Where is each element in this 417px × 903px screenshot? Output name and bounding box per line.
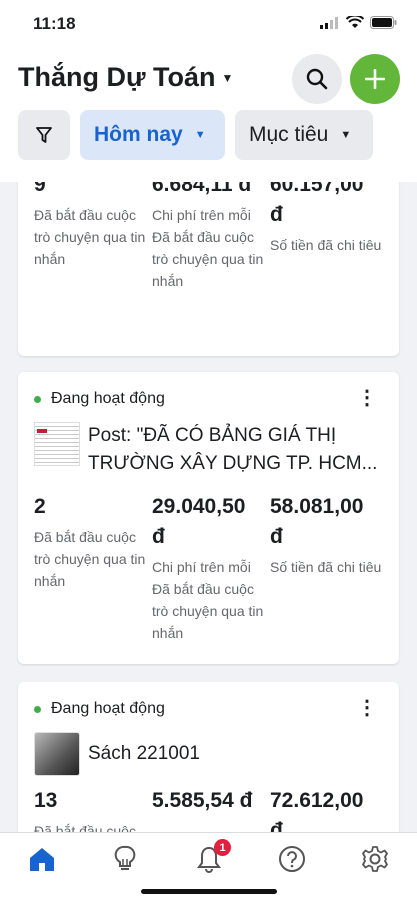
metrics-row: 13 Đã bắt đầu cuộc trò chuyện qua tin nh…: [34, 786, 388, 832]
plus-icon: [365, 69, 385, 89]
metrics-row: 2 Đã bắt đầu cuộc trò chuyện qua tin nhắ…: [34, 492, 388, 644]
clock: 11:18: [33, 14, 76, 33]
metric-results: 13 Đã bắt đầu cuộc trò chuyện qua tin nh…: [34, 786, 152, 832]
metric-value: 60.157,00 đ: [270, 182, 364, 226]
status-icons: [320, 16, 397, 29]
metric-value: 72.612,00 đ: [270, 789, 364, 832]
bottom-nav: 1: [0, 832, 417, 903]
caret-down-icon: ▼: [221, 70, 234, 85]
app-header: Thắng Dự Toán ▼ Hôm nay ▼ Mục tiêu ▼: [0, 50, 417, 182]
status-label: Đang hoạt động: [51, 390, 165, 407]
metric-label: Đã bắt đầu cuộc trò chuyện qua tin nhắn: [34, 207, 146, 267]
metric-value: 9: [34, 182, 46, 196]
home-icon: [30, 848, 54, 871]
nav-recommendations[interactable]: [109, 843, 141, 875]
ad-card[interactable]: Đang hoạt động ⋮ Sách 221001 13 Đã bắt đ…: [18, 682, 399, 832]
metric-value: 2: [34, 495, 46, 518]
date-range-label: Hôm nay: [94, 123, 183, 146]
filter-button[interactable]: [18, 110, 70, 160]
page-title: Thắng Dự Toán: [18, 62, 216, 92]
account-switcher[interactable]: Thắng Dự Toán ▼: [18, 62, 233, 93]
caret-down-icon: ▼: [340, 129, 352, 141]
metric-results: 9 Đã bắt đầu cuộc trò chuyện qua tin nhắ…: [34, 182, 152, 292]
metric-label: Số tiền đã chi tiêu: [270, 559, 382, 575]
gear-icon: [362, 846, 388, 872]
goal-label: Mục tiêu: [249, 123, 329, 146]
metric-results: 2 Đã bắt đầu cuộc trò chuyện qua tin nhắ…: [34, 492, 152, 644]
post-thumbnail: [34, 422, 80, 466]
notification-badge: 1: [214, 839, 231, 856]
ad-card[interactable]: 9 Đã bắt đầu cuộc trò chuyện qua tin nhắ…: [18, 182, 399, 356]
active-dot-icon: [34, 705, 41, 713]
wifi-icon: [346, 16, 364, 28]
active-dot-icon: [34, 395, 41, 403]
ad-title: Post: "ĐÃ CÓ BẢNG GIÁ THỊ TRƯỜNG XÂY DỰN…: [88, 425, 378, 474]
lightbulb-icon: [114, 845, 136, 870]
more-options-icon[interactable]: ⋮: [357, 388, 377, 408]
search-button[interactable]: [292, 54, 342, 104]
metric-value: 5.585,54 đ: [152, 789, 253, 812]
status-indicator: Đang hoạt động: [34, 700, 165, 718]
nav-help[interactable]: [276, 843, 308, 875]
ad-title-row: Post: "ĐÃ CÓ BẢNG GIÁ THỊ TRƯỜNG XÂY DỰN…: [34, 422, 378, 478]
metric-amount-spent: 72.612,00 đ: [270, 786, 388, 832]
filter-icon: [36, 126, 52, 143]
metric-value: 58.081,00 đ: [270, 495, 364, 548]
metric-label: Đã bắt đầu cuộc trò chuyện qua tin nhắn: [34, 823, 136, 832]
metric-value: 29.040,50 đ: [152, 495, 246, 548]
ads-list[interactable]: 9 Đã bắt đầu cuộc trò chuyện qua tin nhắ…: [0, 182, 417, 832]
nav-home[interactable]: [26, 843, 58, 875]
more-options-icon[interactable]: ⋮: [357, 698, 377, 718]
nav-settings[interactable]: [359, 843, 391, 875]
signal-icon: [320, 16, 338, 29]
metric-label: Chi phí trên mỗi Đã bắt đầu cuộc trò chu…: [152, 207, 264, 289]
metric-amount-spent: 58.081,00 đ Số tiền đã chi tiêu: [270, 492, 388, 644]
goal-dropdown[interactable]: Mục tiêu ▼: [235, 110, 373, 160]
date-range-dropdown[interactable]: Hôm nay ▼: [80, 110, 225, 160]
status-bar: 11:18: [0, 0, 417, 50]
metric-cost-per-result: 29.040,50 đ Chi phí trên mỗi Đã bắt đầu …: [152, 492, 270, 644]
ad-title-row: Sách 221001: [34, 732, 378, 776]
nav-notifications[interactable]: 1: [193, 839, 231, 875]
book-thumbnail: [34, 732, 80, 776]
metric-cost-per-result: 6.684,11 đ Chi phí trên mỗi Đã bắt đầu c…: [152, 182, 270, 292]
metric-amount-spent: 60.157,00 đ Số tiền đã chi tiêu: [270, 182, 388, 292]
search-icon: [306, 68, 328, 90]
ad-title: Sách 221001: [88, 743, 200, 764]
metric-value: 13: [34, 789, 58, 812]
metric-value: 6.684,11 đ: [152, 182, 252, 196]
add-button[interactable]: [350, 54, 400, 104]
ad-card[interactable]: Đang hoạt động ⋮ Post: "ĐÃ CÓ BẢNG GIÁ T…: [18, 372, 399, 664]
battery-icon: [370, 16, 397, 29]
metric-label: Đã bắt đầu cuộc trò chuyện qua tin nhắn: [34, 529, 146, 589]
caret-down-icon: ▼: [194, 129, 206, 141]
metric-label: Chi phí trên mỗi Đã bắt đầu cuộc trò chu…: [152, 559, 264, 641]
metric-cost-per-result: 5.585,54 đ: [152, 786, 270, 832]
help-icon: [279, 846, 305, 872]
metric-label: Số tiền đã chi tiêu: [270, 237, 382, 253]
status-label: Đang hoạt động: [51, 700, 165, 717]
status-indicator: Đang hoạt động: [34, 390, 165, 408]
home-indicator: [141, 889, 277, 894]
metrics-row: 9 Đã bắt đầu cuộc trò chuyện qua tin nhắ…: [34, 182, 388, 292]
